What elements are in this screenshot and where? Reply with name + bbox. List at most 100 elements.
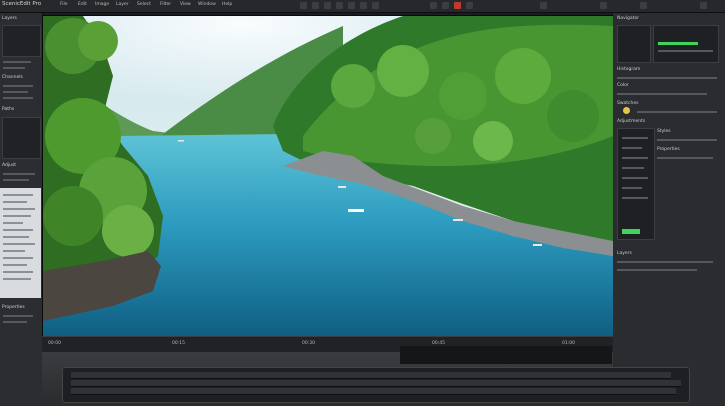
landscape-image: [43, 16, 613, 336]
adjust-row: [622, 167, 644, 169]
menu-view[interactable]: View: [180, 2, 191, 7]
channel-row[interactable]: [3, 91, 28, 93]
hand-tool-icon[interactable]: [442, 2, 449, 9]
adjust-row: [622, 137, 648, 139]
property-row[interactable]: [3, 315, 33, 317]
color-swatch-icon[interactable]: [623, 107, 630, 114]
right-panel: Navigator Histogram Color Swatches Adjus…: [613, 13, 725, 406]
keyboard-row: [71, 388, 676, 395]
adjustments-panel[interactable]: [617, 128, 655, 240]
menu-window[interactable]: Window: [198, 2, 216, 7]
property-row[interactable]: [3, 229, 33, 231]
right-panel-header-adjustments[interactable]: Adjustments: [617, 119, 645, 124]
keyboard: [62, 367, 690, 403]
monitor-stand: [400, 346, 612, 364]
right-panel-header-layers[interactable]: Layers: [617, 251, 632, 256]
properties-panel: [0, 188, 41, 298]
left-panel-header-adjust[interactable]: Adjust: [2, 163, 16, 168]
left-panel-header-channels[interactable]: Channels: [2, 75, 23, 80]
property-row[interactable]: [3, 278, 31, 280]
histogram-bar: [658, 50, 713, 52]
text-tool-icon[interactable]: [372, 2, 379, 9]
channel-row[interactable]: [3, 85, 33, 87]
menu-bar: ScenicEdit Pro File Edit Image Layer Sel…: [0, 0, 725, 13]
property-row[interactable]: [3, 271, 33, 273]
panel-row[interactable]: [657, 157, 713, 159]
adjust-row: [622, 157, 648, 159]
property-row[interactable]: [3, 215, 31, 217]
menu-file[interactable]: File: [60, 2, 68, 7]
timeline-label: 00:15: [172, 341, 185, 346]
search-icon[interactable]: [640, 2, 647, 9]
share-icon[interactable]: [540, 2, 547, 9]
panel-row[interactable]: [617, 261, 713, 263]
record-icon[interactable]: [454, 2, 461, 9]
timeline-label: 00:00: [48, 341, 61, 346]
select-tool-icon[interactable]: [312, 2, 319, 9]
image-canvas[interactable]: [42, 15, 614, 337]
panel-row[interactable]: [617, 77, 717, 79]
boat: [338, 186, 346, 188]
histogram-bar: [658, 42, 698, 45]
lasso-tool-icon[interactable]: [324, 2, 331, 9]
adjust-row[interactable]: [3, 173, 35, 175]
timeline-label: 00:30: [302, 341, 315, 346]
property-row[interactable]: [3, 208, 35, 210]
move-tool-icon[interactable]: [300, 2, 307, 9]
settings-icon[interactable]: [600, 2, 607, 9]
property-row[interactable]: [3, 250, 25, 252]
left-panel-header-properties[interactable]: Properties: [2, 305, 25, 310]
property-row[interactable]: [3, 194, 33, 196]
panel-row[interactable]: [617, 93, 707, 95]
property-row[interactable]: [3, 222, 23, 224]
left-panel: Layers Channels Paths Adjust Properties: [0, 13, 43, 406]
boat: [178, 140, 184, 142]
property-row[interactable]: [3, 264, 27, 266]
grid-icon[interactable]: [466, 2, 473, 9]
layer-row[interactable]: [3, 67, 25, 69]
menu-filter[interactable]: Filter: [160, 2, 171, 7]
menu-edit[interactable]: Edit: [78, 2, 87, 7]
keyboard-row: [71, 380, 681, 387]
right-panel-header-properties[interactable]: Properties: [657, 147, 680, 152]
right-panel-header-swatches[interactable]: Swatches: [617, 101, 639, 106]
menu-help[interactable]: Help: [222, 2, 232, 7]
adjust-row[interactable]: [3, 179, 29, 181]
boat: [453, 219, 463, 221]
property-row[interactable]: [3, 201, 27, 203]
channel-row[interactable]: [3, 97, 33, 99]
boat: [533, 244, 542, 246]
adjust-row: [622, 197, 648, 199]
gear-icon[interactable]: [700, 2, 707, 9]
eraser-tool-icon[interactable]: [360, 2, 367, 9]
property-row[interactable]: [3, 236, 29, 238]
adjust-row: [622, 177, 648, 179]
status-indicator: [622, 229, 640, 234]
right-panel-header-histogram[interactable]: Histogram: [617, 67, 640, 72]
keyboard-row: [71, 372, 671, 379]
adjust-row: [622, 187, 642, 189]
right-panel-header-navigator[interactable]: Navigator: [617, 16, 639, 21]
property-row[interactable]: [3, 243, 35, 245]
left-panel-header-paths[interactable]: Paths: [2, 107, 14, 112]
app-title: ScenicEdit Pro: [2, 1, 42, 7]
property-row[interactable]: [3, 257, 33, 259]
navigator-thumbnail[interactable]: [617, 25, 651, 63]
right-panel-header-color[interactable]: Color: [617, 83, 629, 88]
zoom-tool-icon[interactable]: [430, 2, 437, 9]
histogram-panel: [653, 25, 719, 63]
right-panel-header-styles[interactable]: Styles: [657, 129, 671, 134]
panel-row[interactable]: [637, 111, 717, 113]
brush-tool-icon[interactable]: [348, 2, 355, 9]
left-panel-header-layers[interactable]: Layers: [2, 16, 17, 21]
crop-tool-icon[interactable]: [336, 2, 343, 9]
paths-box[interactable]: [2, 117, 41, 159]
menu-layer[interactable]: Layer: [116, 2, 129, 7]
property-row[interactable]: [3, 321, 27, 323]
layer-row[interactable]: [3, 61, 31, 63]
panel-row[interactable]: [617, 269, 697, 271]
panel-row[interactable]: [657, 139, 717, 141]
menu-image[interactable]: Image: [95, 2, 109, 7]
layer-thumbnail-box[interactable]: [2, 25, 41, 57]
menu-select[interactable]: Select: [137, 2, 151, 7]
